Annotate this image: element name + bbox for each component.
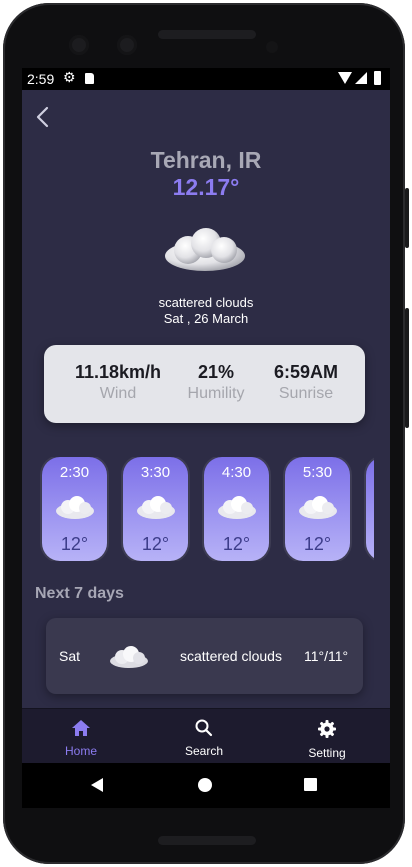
wind-label: Wind: [99, 385, 137, 402]
cloud-icon: [136, 495, 176, 526]
hour-card[interactable]: 5:30 12°: [285, 457, 350, 561]
city-name: Tehran, IR: [150, 147, 262, 173]
hour-card[interactable]: 2:30 12°: [42, 457, 107, 561]
gear-icon: [287, 719, 367, 744]
hour-time: 5:30: [302, 464, 333, 481]
nav-home-label: Home: [64, 744, 97, 758]
hour-temp: 12°: [60, 534, 89, 554]
cloud-icon: [55, 495, 95, 526]
back-arrow-icon[interactable]: [32, 104, 54, 130]
current-temperature: 12.17°: [172, 174, 240, 200]
weather-description: scattered clouds: [158, 295, 254, 310]
status-bar: 2:59 ⚙: [22, 68, 390, 90]
hour-time: 3:30: [140, 464, 171, 481]
sd-card-icon: [85, 73, 94, 84]
app-screen: 2:59 ⚙ Tehran, IR 12.17° scattered cloud…: [22, 68, 390, 808]
earpiece-speaker: [158, 30, 256, 39]
power-button: [405, 188, 409, 248]
forecast-temps: 11°/11°: [304, 648, 349, 664]
hour-temp: 12°: [222, 534, 251, 554]
current-date: Sat , 26 March: [163, 311, 249, 326]
home-nav-icon[interactable]: [198, 778, 212, 792]
back-nav-icon[interactable]: [90, 777, 104, 798]
humidity-stat: 21% Humility: [176, 362, 256, 403]
signal-icon: [355, 72, 367, 84]
nav-search[interactable]: Search: [164, 719, 244, 758]
cloud-icon: [109, 646, 149, 675]
sunrise-stat: 6:59AM Sunrise: [256, 362, 356, 403]
settings-status-icon: ⚙: [63, 69, 76, 85]
hour-time: 2:30: [59, 464, 90, 481]
recents-nav-icon[interactable]: [304, 778, 317, 791]
camera-icon: [117, 35, 137, 55]
volume-button: [405, 308, 409, 428]
hour-card[interactable]: 3:30 12°: [123, 457, 188, 561]
cloud-icon: [162, 226, 248, 281]
cloud-icon: [298, 495, 338, 526]
humidity-value: 21%: [197, 362, 235, 382]
hourly-forecast[interactable]: 2:30 12° 3:30 12° 4:30 12° 5:30 12°: [22, 457, 374, 561]
stats-card: 11.18km/h Wind 21% Humility 6:59AM Sunri…: [44, 345, 365, 423]
forecast-day: Sat: [59, 648, 81, 664]
sunrise-value: 6:59AM: [273, 362, 339, 382]
bottom-nav: Home Search Setting: [22, 708, 390, 764]
wifi-icon: [338, 72, 352, 84]
camera-icon: [69, 35, 89, 55]
sunrise-label: Sunrise: [278, 385, 334, 402]
forecast-row[interactable]: Sat scattered clouds 11°/11°: [46, 618, 363, 694]
status-time: 2:59: [27, 71, 55, 87]
hour-temp: 12°: [141, 534, 170, 554]
nav-home[interactable]: Home: [41, 719, 121, 758]
hour-temp: 12°: [303, 534, 332, 554]
nav-search-label: Search: [184, 744, 224, 758]
nav-setting[interactable]: Setting: [287, 719, 367, 760]
forecast-description: scattered clouds: [180, 648, 282, 664]
battery-icon: [374, 71, 381, 85]
next-days-heading: Next 7 days: [35, 585, 124, 602]
nav-setting-label: Setting: [308, 746, 346, 760]
search-icon: [164, 719, 244, 742]
hour-time: 4:30: [221, 464, 252, 481]
cloud-icon: [217, 495, 257, 526]
humidity-label: Humility: [187, 385, 245, 402]
hour-card-partial[interactable]: [366, 457, 374, 561]
sensor: [266, 41, 278, 53]
wind-value: 11.18km/h: [74, 362, 162, 382]
home-icon: [41, 719, 121, 742]
system-nav-bar: [22, 763, 390, 808]
hour-card[interactable]: 4:30 12°: [204, 457, 269, 561]
bottom-speaker: [158, 836, 256, 845]
wind-stat: 11.18km/h Wind: [62, 362, 174, 403]
